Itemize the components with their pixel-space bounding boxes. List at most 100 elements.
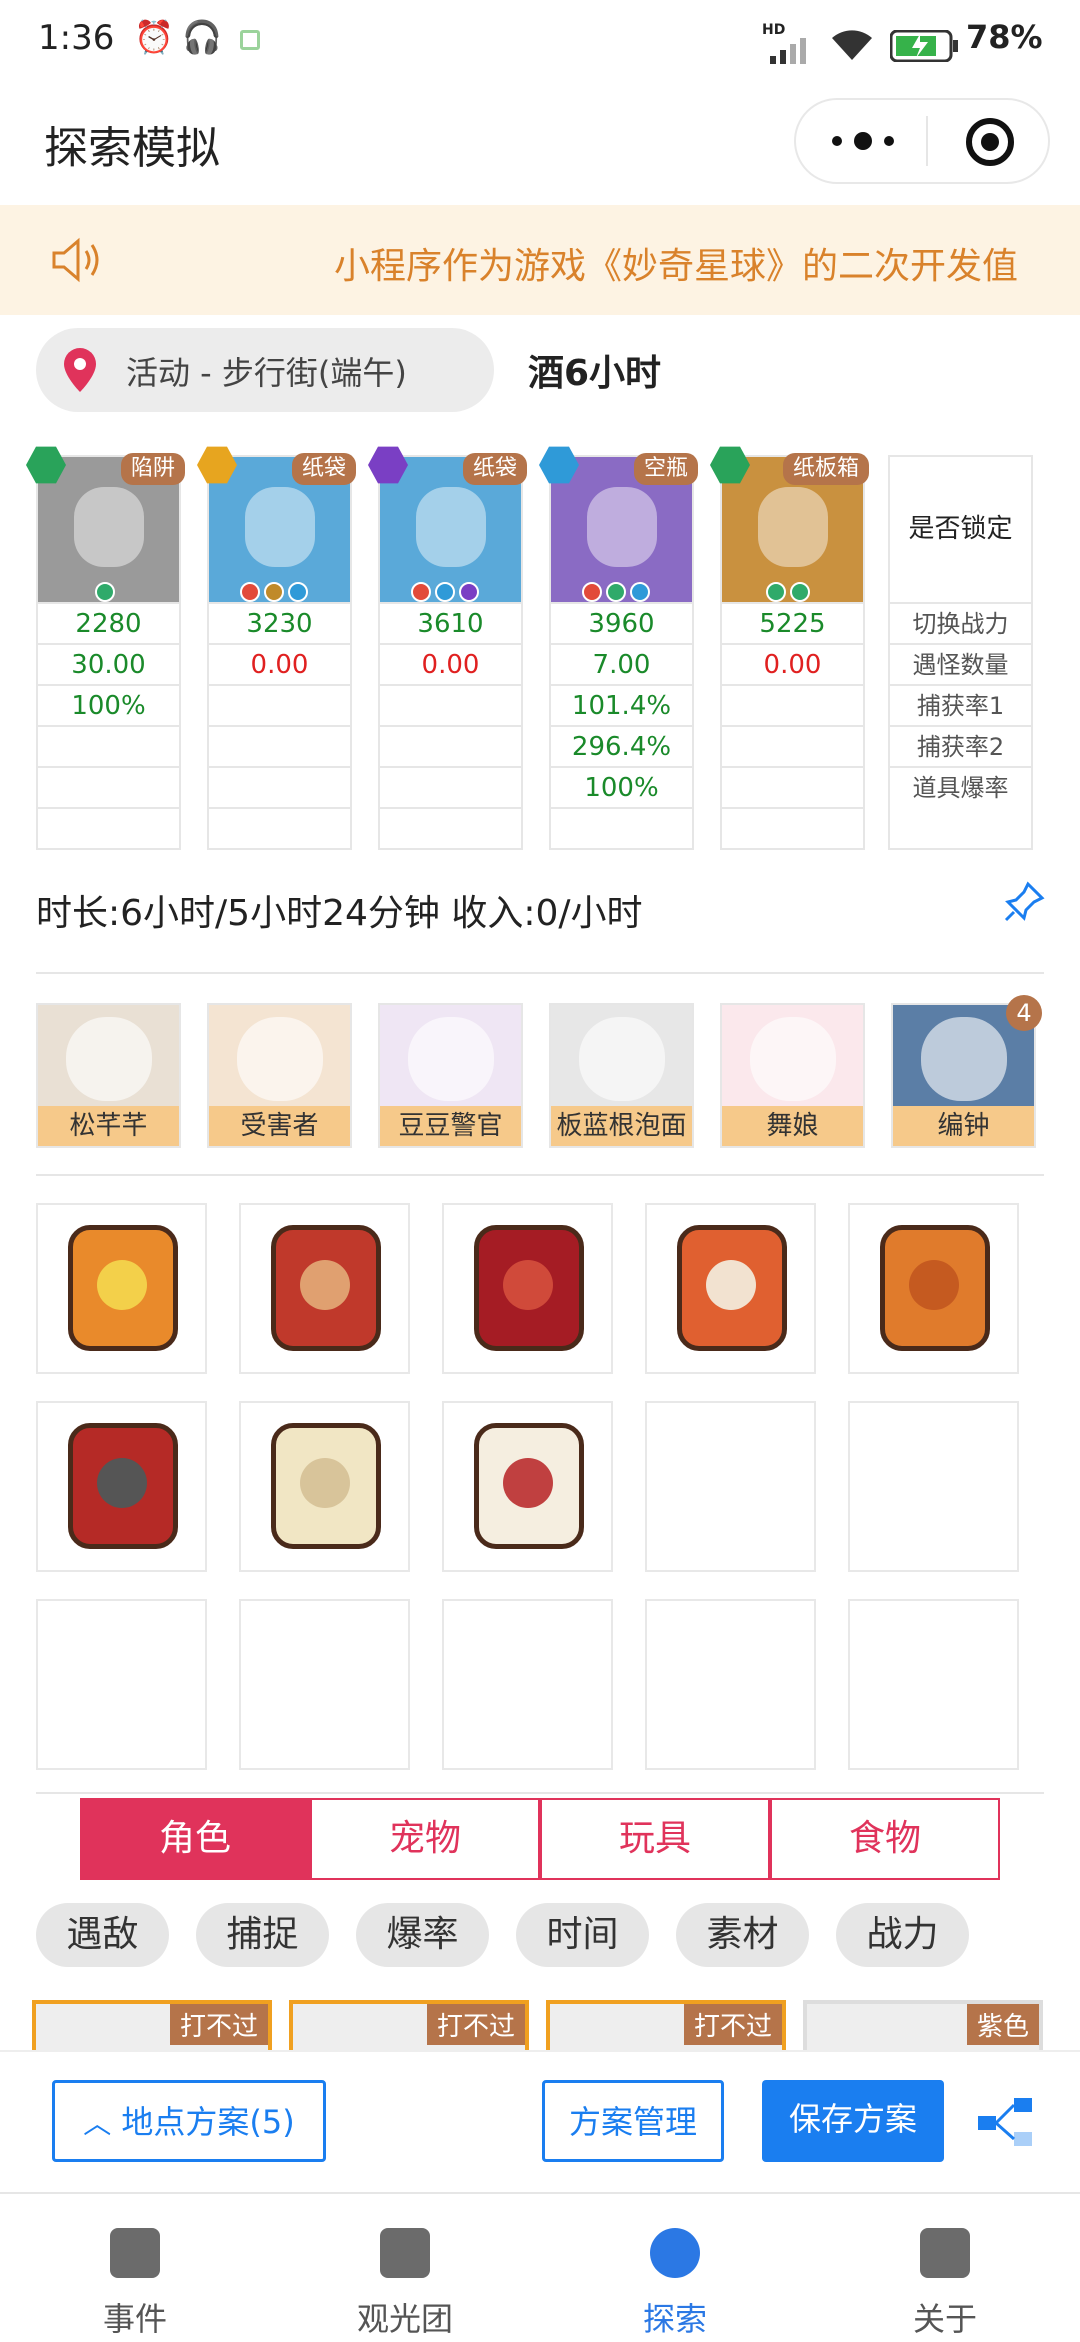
filter-chip[interactable]: 捕捉 [196,1903,329,1967]
filter-chip[interactable]: 素材 [676,1903,809,1967]
tab-toy[interactable]: 玩具 [540,1798,770,1880]
divider [36,1792,1044,1794]
item-tag: 陷阱 [120,453,185,485]
character-card[interactable]: 豆豆警官 [378,1003,523,1148]
capture-rate1-value [209,684,350,725]
switch-power-label[interactable]: 切换战力 [890,602,1031,643]
location-selector[interactable]: 活动 - 步行街(端午) [36,328,494,412]
capture-rate2-label: 捕获率2 [890,725,1031,766]
events-icon [110,2228,160,2278]
element-icon [288,582,308,602]
tab-about[interactable]: 关于 [810,2194,1080,2342]
item-slot[interactable] [239,1599,410,1770]
element-icon [582,582,602,602]
drop-rate-value [38,766,179,807]
tab-events[interactable]: 事件 [0,2194,270,2342]
item-icon [474,1225,584,1351]
headphones-icon: 🎧 [182,18,222,56]
bottom-tab-bar: 事件 观光团 探索 关于 [0,2192,1080,2340]
character-card[interactable]: 板蓝根泡面 [549,1003,694,1148]
monster-card[interactable]: 纸袋 3610 0.00 [368,446,527,850]
power-value: 3960 [551,602,692,643]
item-icon [677,1225,787,1351]
power-value: 3230 [209,602,350,643]
power-value: 5225 [722,602,863,643]
monster-card[interactable]: 纸袋 3230 0.00 [197,446,356,850]
element-icons [411,582,479,602]
monster-card[interactable]: 空瓶 3960 7.00 101.4% 296.4% 100% [539,446,698,850]
item-slot[interactable] [645,1599,816,1770]
signal-icon [770,38,806,64]
lock-label[interactable]: 是否锁定 [890,457,1031,602]
item-slot[interactable] [442,1599,613,1770]
element-icon [606,582,626,602]
drop-rate-value [722,766,863,807]
plan-manage-button[interactable]: 方案管理 [542,2080,724,2162]
location-item: 酒6小时 [528,353,662,394]
item-slot[interactable] [442,1203,613,1374]
item-slot[interactable] [442,1401,613,1572]
count-badge: 4 [1006,995,1042,1031]
close-miniprogram-icon[interactable] [966,118,1014,166]
share-icon[interactable] [976,2096,1036,2148]
filter-chip[interactable]: 战力 [836,1903,969,1967]
character-name: 板蓝根泡面 [551,1106,692,1146]
capture-rate1-label: 捕获率1 [890,684,1031,725]
battery-icon [890,30,958,62]
monster-card[interactable]: 陷阱 2280 30.00 100% [26,446,185,850]
tab-label: 关于 [912,2300,977,2338]
action-bar: ︿ 地点方案(5) 方案管理 保存方案 [0,2050,1080,2190]
character-avatar [579,1017,665,1101]
item-detail [706,1260,756,1310]
item-icon [880,1225,990,1351]
character-card[interactable]: 受害者 [207,1003,352,1148]
app-notification-icon [240,30,260,50]
character-card[interactable]: 舞娘 [720,1003,865,1148]
character-name: 编钟 [893,1106,1034,1146]
item-icon [271,1225,381,1351]
pin-icon[interactable] [1002,880,1046,924]
item-slot[interactable] [645,1203,816,1374]
more-icon[interactable] [832,130,902,152]
item-slot[interactable] [239,1401,410,1572]
element-icon [459,582,479,602]
item-slot[interactable] [36,1599,207,1770]
location-pin-icon [64,348,96,392]
item-detail [300,1260,350,1310]
notice-text: 小程序作为游戏《妙奇星球》的二次开发值 [334,246,1019,287]
character-card[interactable]: 松芊芊 [36,1003,181,1148]
empty-cell [722,807,863,848]
element-icons [240,582,308,602]
tab-tour-group[interactable]: 观光团 [270,2194,540,2342]
filter-chip[interactable]: 遇敌 [36,1903,169,1967]
save-plan-button[interactable]: 保存方案 [762,2080,944,2162]
location-plan-button[interactable]: ︿ 地点方案(5) [52,2080,326,2162]
item-slot[interactable] [645,1401,816,1572]
item-slot[interactable] [848,1599,1019,1770]
drop-rate-value [380,766,521,807]
tab-label: 观光团 [356,2300,453,2338]
status-time: 1:36 [38,18,115,58]
monster-figure [74,487,144,567]
location-name: 活动 - 步行街(端午) [126,354,407,392]
monster-figure [245,487,315,567]
item-slot[interactable] [848,1203,1019,1374]
filter-chip[interactable]: 爆率 [356,1903,489,1967]
tab-explore[interactable]: 探索 [540,2194,810,2342]
page-title: 探索模拟 [44,123,220,174]
tab-pet[interactable]: 宠物 [310,1798,540,1880]
tab-character[interactable]: 角色 [80,1798,310,1880]
item-tag: 纸袋 [462,453,527,485]
item-slot[interactable] [848,1401,1019,1572]
element-icon [435,582,455,602]
filter-chip[interactable]: 时间 [516,1903,649,1967]
element-icon [264,582,284,602]
item-slot[interactable] [36,1401,207,1572]
monster-card[interactable]: 纸板箱 5225 0.00 [710,446,869,850]
character-avatar [66,1017,152,1101]
item-icon [68,1423,178,1549]
item-slot[interactable] [36,1203,207,1374]
about-icon [920,2228,970,2278]
item-slot[interactable] [239,1203,410,1374]
tab-food[interactable]: 食物 [770,1798,1000,1880]
